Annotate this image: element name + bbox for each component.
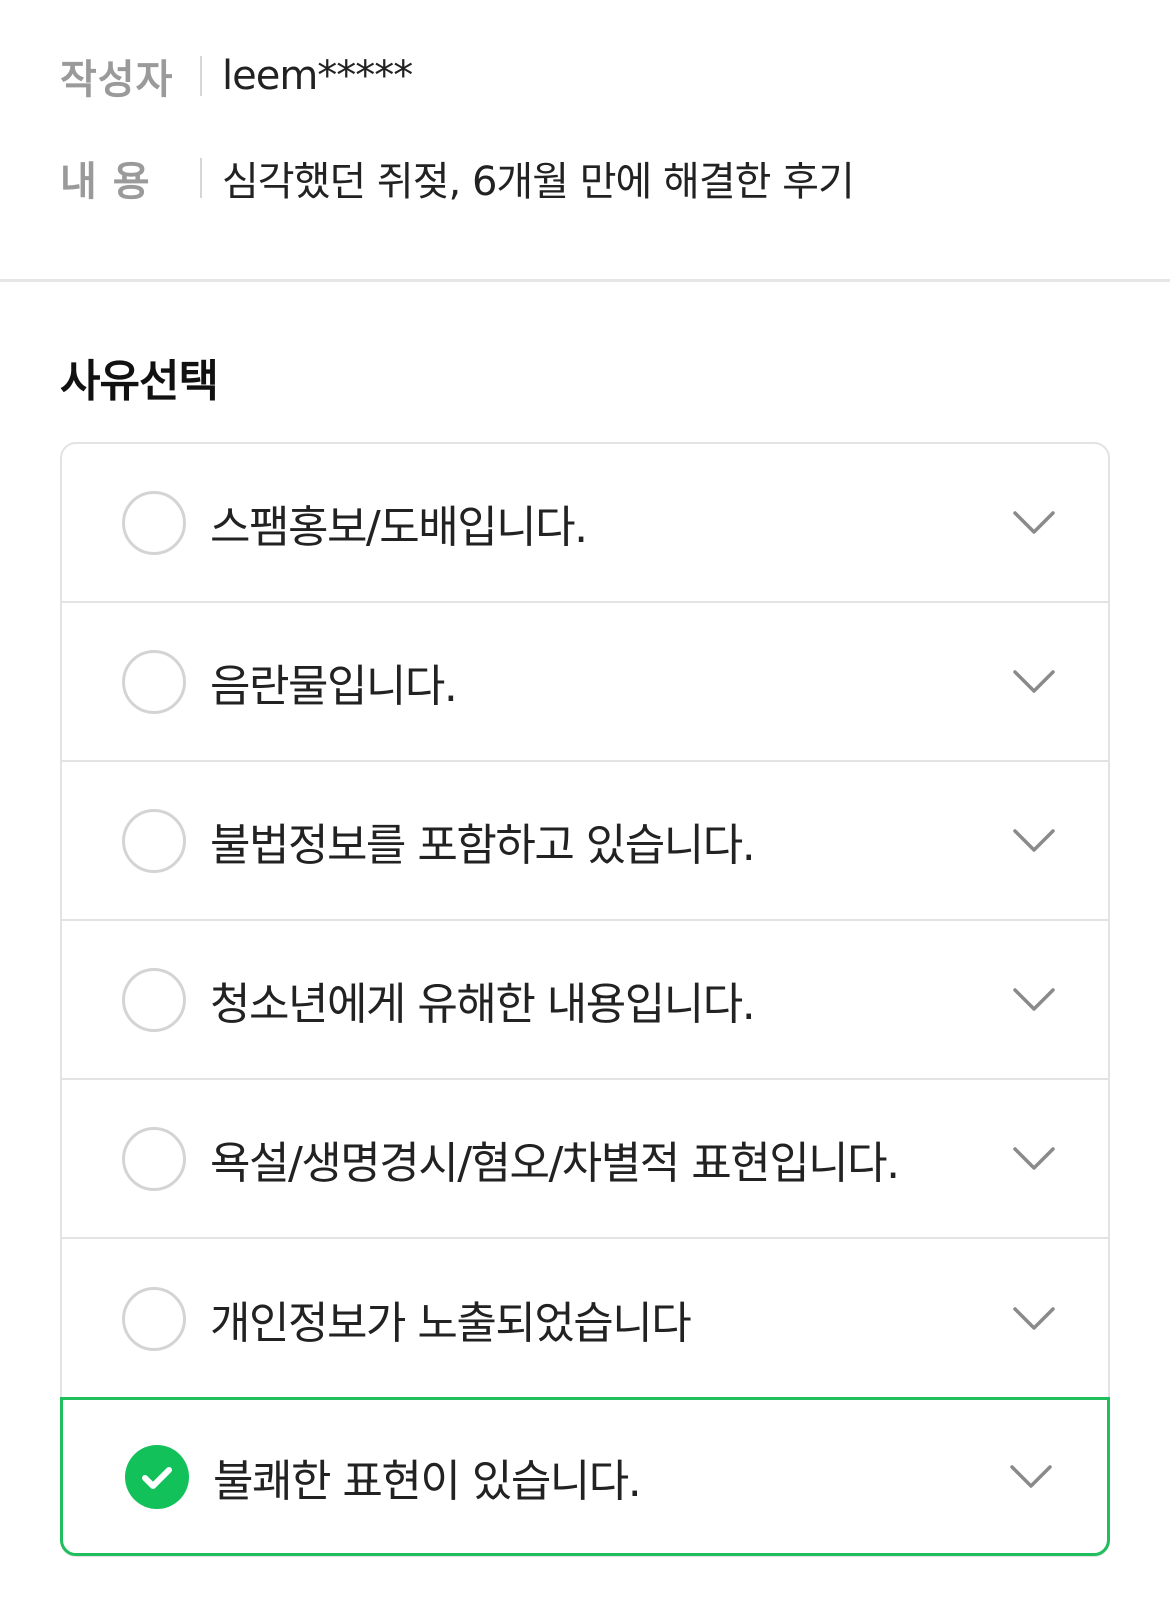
content-row: 내 용 심각했던 쥐젖, 6개월 만에 해결한 후기	[60, 148, 855, 208]
reason-label: 욕설/생명경시/혐오/차별적 표현입니다.	[210, 1137, 900, 1189]
radio-circle-icon[interactable]	[122, 808, 186, 873]
chevron-down-icon[interactable]	[1012, 1306, 1056, 1332]
chevron-down-icon[interactable]	[1012, 828, 1056, 854]
reason-label: 불법정보를 포함하고 있습니다.	[210, 819, 756, 871]
chevron-down-icon[interactable]	[1012, 510, 1056, 536]
reason-label: 개인정보가 노출되었습니다	[210, 1297, 692, 1349]
content-value: 심각했던 쥐젖, 6개월 만에 해결한 후기	[222, 159, 855, 205]
reason-option-offensive[interactable]: 불쾌한 표현이 있습니다.	[60, 1397, 1110, 1556]
radio-circle-icon[interactable]	[122, 1126, 186, 1191]
label-separator	[200, 158, 202, 198]
content-label: 내 용	[60, 159, 151, 205]
reason-option-privacy[interactable]: 개인정보가 노출되었습니다	[60, 1239, 1110, 1398]
label-separator	[200, 56, 202, 96]
reason-option-illegal[interactable]: 불법정보를 포함하고 있습니다.	[60, 762, 1110, 921]
reason-option-hate-speech[interactable]: 욕설/생명경시/혐오/차별적 표현입니다.	[60, 1080, 1110, 1239]
author-label: 작성자	[60, 57, 174, 103]
radio-circle-icon[interactable]	[122, 490, 186, 555]
chevron-down-icon[interactable]	[1009, 1464, 1053, 1490]
radio-circle-icon[interactable]	[122, 649, 186, 714]
chevron-down-icon[interactable]	[1012, 669, 1056, 695]
reason-label: 청소년에게 유해한 내용입니다.	[210, 978, 756, 1030]
reason-option-youth-harmful[interactable]: 청소년에게 유해한 내용입니다.	[60, 921, 1110, 1080]
reason-label: 음란물입니다.	[210, 660, 458, 712]
radio-circle-icon[interactable]	[122, 1286, 186, 1351]
author-value: leem*****	[222, 53, 413, 99]
reason-option-obscene[interactable]: 음란물입니다.	[60, 603, 1110, 762]
chevron-down-icon[interactable]	[1012, 1146, 1056, 1172]
reason-section-title: 사유선택	[60, 356, 219, 407]
reason-option-spam[interactable]: 스팸홍보/도배입니다.	[60, 444, 1110, 603]
report-page: 작성자 leem***** 내 용 심각했던 쥐젖, 6개월 만에 해결한 후기…	[0, 0, 1170, 1603]
chevron-down-icon[interactable]	[1012, 987, 1056, 1013]
author-row: 작성자 leem*****	[60, 46, 413, 106]
check-icon[interactable]	[125, 1444, 189, 1509]
section-divider	[0, 279, 1170, 282]
radio-circle-icon[interactable]	[122, 967, 186, 1032]
reason-label: 스팸홍보/도배입니다.	[210, 501, 588, 553]
reason-label: 불쾌한 표현이 있습니다.	[213, 1455, 642, 1507]
